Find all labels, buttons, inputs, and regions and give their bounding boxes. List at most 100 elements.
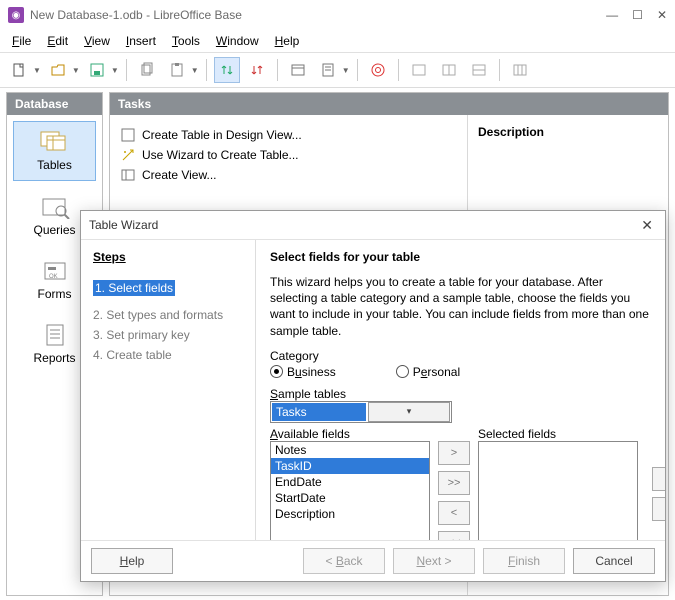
tables-icon [39, 130, 71, 154]
move-down-button[interactable]: v [652, 497, 665, 521]
task-wizard[interactable]: Use Wizard to Create Table... [120, 145, 457, 165]
help-button[interactable]: Help [91, 548, 173, 574]
dialog-close-button[interactable]: ✕ [637, 217, 657, 234]
menu-window[interactable]: Window [210, 32, 265, 50]
maximize-button[interactable]: ☐ [632, 8, 643, 22]
chevron-down-icon[interactable]: ▼ [191, 66, 199, 75]
task-create-view[interactable]: Create View... [120, 165, 457, 185]
database-panel-header: Database [7, 93, 102, 115]
radio-business[interactable]: Business [270, 365, 336, 379]
help-button[interactable] [365, 57, 391, 83]
table-button[interactable] [406, 57, 432, 83]
toolbar-separator [277, 59, 278, 81]
dialog-footer: Help < Back Next > Finish Cancel [81, 540, 665, 581]
menu-bar: File Edit View Insert Tools Window Help [0, 30, 675, 53]
radio-icon [270, 365, 283, 378]
sample-tables-combo[interactable]: Tasks ▾ [270, 401, 452, 423]
chevron-down-icon[interactable]: ▼ [342, 66, 350, 75]
sample-tables-label: Sample tables [270, 387, 651, 401]
table-wizard-dialog: Table Wizard ✕ Steps 1. Select fields 2.… [80, 210, 666, 582]
step-3[interactable]: 3. Set primary key [93, 328, 243, 342]
forms-icon: OK [39, 259, 71, 283]
window-title: New Database-1.odb - LibreOffice Base [30, 8, 606, 22]
toolbar-separator [126, 59, 127, 81]
report-button[interactable] [315, 57, 341, 83]
step-1[interactable]: 1. Select fields [93, 280, 175, 296]
add-field-button[interactable]: > [438, 441, 470, 465]
menu-tools[interactable]: Tools [166, 32, 206, 50]
wizard-icon [120, 147, 136, 163]
paste-button[interactable] [164, 57, 190, 83]
svg-text:OK: OK [49, 274, 58, 280]
sort-desc-button[interactable] [244, 57, 270, 83]
steps-panel: Steps 1. Select fields 2. Set types and … [81, 240, 256, 540]
back-button[interactable]: < Back [303, 548, 385, 574]
chevron-down-icon[interactable]: ▼ [33, 66, 41, 75]
finish-button[interactable]: Finish [483, 548, 565, 574]
move-up-button[interactable]: ʌ [652, 467, 665, 491]
table2-button[interactable] [436, 57, 462, 83]
category-label: Category [270, 349, 651, 363]
step-4[interactable]: 4. Create table [93, 348, 243, 362]
view-icon [120, 167, 136, 183]
available-fields-label: Available fields [270, 427, 430, 441]
combo-dropdown-button[interactable]: ▾ [368, 402, 450, 422]
design-icon [120, 127, 136, 143]
dialog-intro: This wizard helps you to create a table … [270, 274, 651, 339]
available-fields-list[interactable]: Notes TaskID EndDate StartDate Descripti… [270, 441, 430, 540]
radio-icon [396, 365, 409, 378]
toolbar-separator [206, 59, 207, 81]
toolbar: ▼ ▼ ▼ ▼ ▼ [0, 53, 675, 88]
queries-icon [39, 195, 71, 219]
toolbar-separator [499, 59, 500, 81]
list-item[interactable]: TaskID [271, 458, 429, 474]
cancel-button[interactable]: Cancel [573, 548, 655, 574]
chevron-down-icon[interactable]: ▼ [111, 66, 119, 75]
close-button[interactable]: ✕ [657, 8, 667, 22]
radio-personal[interactable]: Personal [396, 365, 460, 379]
selected-fields-list[interactable] [478, 441, 638, 540]
new-button[interactable] [6, 57, 32, 83]
steps-header: Steps [93, 250, 243, 264]
tasks-panel-header: Tasks [110, 93, 668, 115]
task-create-design[interactable]: Create Table in Design View... [120, 125, 457, 145]
window-titlebar: ◉ New Database-1.odb - LibreOffice Base … [0, 0, 675, 30]
menu-help[interactable]: Help [269, 32, 306, 50]
open-button[interactable] [45, 57, 71, 83]
combo-value: Tasks [272, 403, 366, 421]
remove-field-button[interactable]: < [438, 501, 470, 525]
save-button[interactable] [84, 57, 110, 83]
toolbar-separator [398, 59, 399, 81]
list-item[interactable]: Description [271, 506, 429, 522]
dialog-title: Table Wizard [89, 218, 637, 232]
remove-all-button[interactable]: << [438, 531, 470, 540]
sidebar-item-label: Reports [33, 351, 75, 365]
reports-icon [39, 323, 71, 347]
dialog-heading: Select fields for your table [270, 250, 651, 264]
dialog-titlebar[interactable]: Table Wizard ✕ [81, 211, 665, 240]
step-2[interactable]: 2. Set types and formats [93, 308, 243, 322]
grid-button[interactable] [507, 57, 533, 83]
menu-file[interactable]: File [6, 32, 37, 50]
next-button[interactable]: Next > [393, 548, 475, 574]
menu-edit[interactable]: Edit [41, 32, 74, 50]
dialog-main: Select fields for your table This wizard… [256, 240, 665, 540]
sidebar-item-label: Forms [38, 287, 72, 301]
sort-asc-button[interactable] [214, 57, 240, 83]
table3-button[interactable] [466, 57, 492, 83]
list-item[interactable]: StartDate [271, 490, 429, 506]
minimize-button[interactable]: — [606, 8, 618, 22]
menu-insert[interactable]: Insert [120, 32, 162, 50]
menu-view[interactable]: View [78, 32, 116, 50]
form-button[interactable] [285, 57, 311, 83]
copy-button[interactable] [134, 57, 160, 83]
toolbar-separator [357, 59, 358, 81]
list-item[interactable]: Notes [271, 442, 429, 458]
chevron-down-icon[interactable]: ▼ [72, 66, 80, 75]
sidebar-item-tables[interactable]: Tables [13, 121, 96, 181]
selected-fields-label: Selected fields [478, 427, 638, 441]
sidebar-item-label: Queries [33, 223, 75, 237]
description-header: Description [478, 125, 658, 139]
list-item[interactable]: EndDate [271, 474, 429, 490]
add-all-button[interactable]: >> [438, 471, 470, 495]
